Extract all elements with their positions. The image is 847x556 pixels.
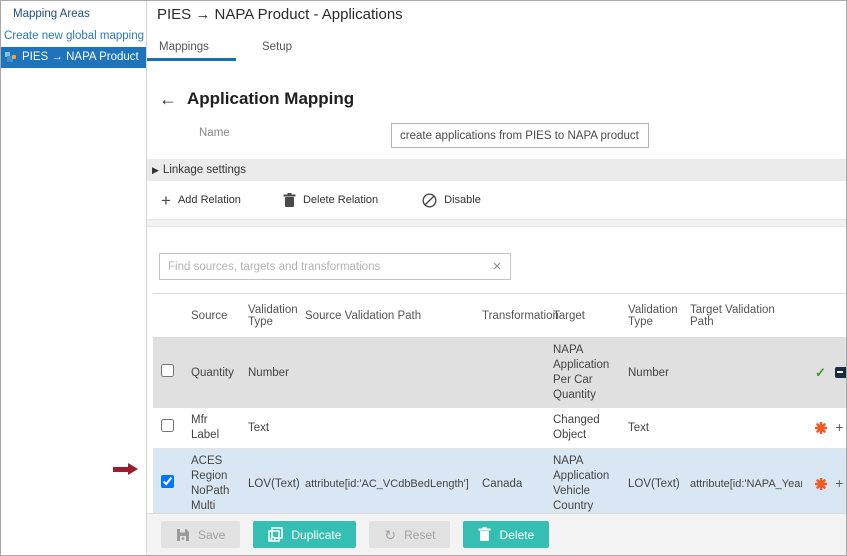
table-row-selected[interactable]: ACES Region NoPath Multi LOV(Text) attri… — [153, 449, 847, 520]
search-input[interactable] — [160, 261, 484, 273]
valid-check-icon: ✓ — [815, 365, 826, 380]
cell-transformation — [474, 338, 545, 409]
mapping-name-input[interactable] — [391, 123, 649, 148]
cell-validation-type: Number — [240, 338, 297, 409]
tab-setup[interactable]: Setup — [236, 37, 346, 65]
page-title: PIES → NAPA Product - Applications — [157, 6, 403, 23]
create-new-global-mapping-link[interactable]: Create new global mapping — [1, 26, 146, 47]
row-checkbox[interactable] — [161, 475, 174, 488]
clear-search-icon[interactable]: × — [484, 258, 510, 275]
trash-icon — [283, 193, 296, 208]
table-row[interactable]: Quantity Number NAPA Application Per Car… — [153, 338, 847, 409]
row-checkbox[interactable] — [161, 419, 174, 432]
col-target-validation-type: Validation Type — [620, 294, 682, 338]
disable-icon — [422, 193, 437, 208]
col-source: Source — [183, 294, 240, 338]
col-target-validation-path: Target Validation Path — [682, 294, 802, 338]
cell-target: NAPA Application Per Car Quantity — [545, 338, 620, 409]
cell-target: Changed Object — [545, 408, 620, 449]
cell-source-validation-path — [297, 408, 474, 449]
trash-icon — [478, 527, 491, 542]
sidebar-item-pies-napa-product[interactable]: PIES → NAPA Product — [1, 47, 146, 68]
add-icon[interactable]: + — [835, 476, 843, 491]
sidebar-title: Mapping Areas — [1, 1, 146, 26]
delete-relation-button[interactable]: Delete Relation — [283, 193, 378, 208]
cell-target-validation-path: attribute[id:'NAPA_Year'] — [682, 449, 802, 520]
cell-target-validation-type: Text — [620, 408, 682, 449]
delete-label: Delete — [499, 528, 534, 542]
mapping-area-icon — [5, 51, 17, 63]
cell-target: NAPA Application Vehicle Country — [545, 449, 620, 520]
cell-target-validation-type: Number — [620, 338, 682, 409]
linkage-settings-label: Linkage settings — [163, 164, 246, 176]
cell-source-validation-path: attribute[id:'AC_VCdbBedLength'] — [297, 449, 474, 520]
cell-validation-type: LOV(Text) — [240, 449, 297, 520]
disable-label: Disable — [444, 194, 481, 206]
cell-source: Mfr Label — [183, 408, 240, 449]
duplicate-icon — [268, 527, 283, 542]
mapping-table: Source Validation Type Source Validation… — [153, 293, 847, 519]
cell-target-validation-path — [682, 338, 802, 409]
delete-relation-label: Delete Relation — [303, 194, 378, 206]
col-target: Target — [545, 294, 620, 338]
name-label: Name — [199, 127, 230, 139]
collapse-triangle-icon: ▶ — [152, 165, 159, 176]
cell-transformation — [474, 408, 545, 449]
cell-target-validation-path — [682, 408, 802, 449]
cell-source-validation-path — [297, 338, 474, 409]
save-button[interactable]: Save — [161, 521, 240, 548]
comment-icon[interactable] — [835, 367, 847, 378]
linkage-settings-toggle[interactable]: ▶ Linkage settings — [147, 159, 846, 181]
duplicate-label: Duplicate — [291, 528, 341, 542]
mandatory-burst-icon — [815, 422, 827, 434]
cell-source: Quantity — [183, 338, 240, 409]
add-relation-label: Add Relation — [178, 194, 241, 206]
reset-button[interactable]: ↻ Reset — [369, 521, 450, 548]
header-checkbox-col — [153, 294, 183, 338]
add-relation-button[interactable]: + Add Relation — [161, 192, 241, 209]
mapping-heading: Application Mapping — [187, 89, 354, 109]
sidebar-item-label: PIES → NAPA Product — [22, 51, 139, 63]
add-icon[interactable]: + — [835, 420, 843, 435]
cell-source: ACES Region NoPath Multi — [183, 449, 240, 520]
reset-icon: ↻ — [384, 528, 396, 542]
app-window: Mapping Areas Create new global mapping … — [0, 0, 847, 556]
row-checkbox[interactable] — [161, 364, 174, 377]
disable-button[interactable]: Disable — [422, 193, 481, 208]
action-footer: Save Duplicate ↻ Reset Delete — [147, 513, 846, 555]
cell-validation-type: Text — [240, 408, 297, 449]
relation-toolbar: + Add Relation Delete Relation Disable — [147, 181, 846, 219]
col-validation-type: Validation Type — [240, 294, 297, 338]
name-row: Name — [147, 123, 846, 151]
col-actions — [802, 294, 847, 338]
table-row[interactable]: Mfr Label Text Changed Object Text + ⋮ — [153, 408, 847, 449]
delete-button[interactable]: Delete — [463, 521, 549, 548]
active-tab-indicator — [147, 58, 236, 61]
back-arrow-icon[interactable]: ← — [159, 90, 177, 108]
cell-target-validation-type: LOV(Text) — [620, 449, 682, 520]
mandatory-burst-icon — [815, 478, 827, 490]
mapping-heading-row: ← Application Mapping — [159, 89, 354, 109]
col-source-validation-path: Source Validation Path — [297, 294, 474, 338]
section-divider — [147, 219, 846, 227]
plus-icon: + — [161, 192, 171, 209]
reset-label: Reset — [404, 528, 435, 542]
col-transformation: Transformation — [474, 294, 545, 338]
search-box: × — [159, 253, 511, 280]
duplicate-button[interactable]: Duplicate — [253, 521, 356, 548]
cell-transformation: Canada — [474, 449, 545, 520]
save-icon — [176, 528, 190, 542]
table-header-row: Source Validation Type Source Validation… — [153, 294, 847, 338]
main-panel: PIES → NAPA Product - Applications Mappi… — [147, 1, 846, 555]
save-label: Save — [198, 528, 225, 542]
annotation-arrow — [113, 463, 139, 475]
